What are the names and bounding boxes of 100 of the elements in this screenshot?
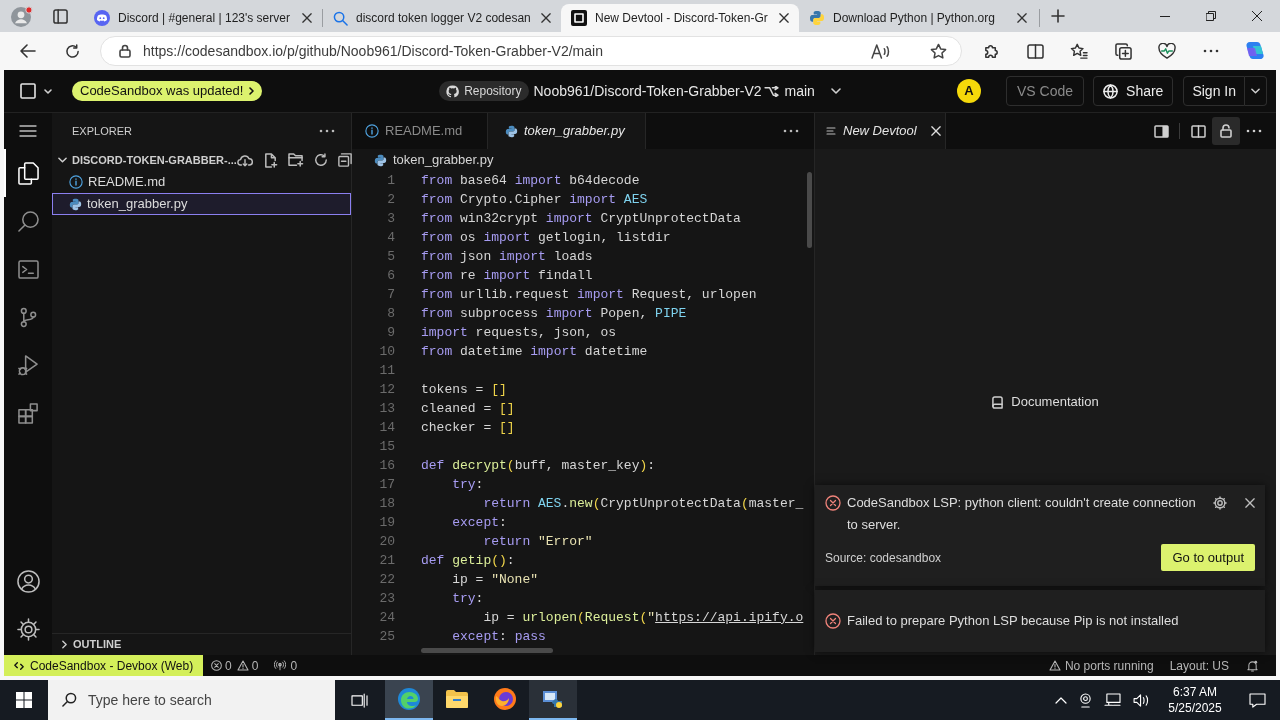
more-icon[interactable]: [319, 129, 335, 133]
repository-name[interactable]: Noob961/Discord-Token-Grabber-V2: [533, 80, 762, 102]
sign-in-menu-button[interactable]: [1245, 76, 1267, 106]
network-icon[interactable]: [1104, 692, 1121, 708]
line-number: 5: [386, 247, 395, 266]
avatar[interactable]: A: [957, 79, 981, 103]
profile-icon[interactable]: [11, 5, 33, 27]
refresh-icon[interactable]: [64, 43, 80, 59]
document-icon: [992, 395, 1004, 409]
favorites-icon[interactable]: [1070, 43, 1088, 59]
breadcrumb[interactable]: token_grabber.py: [393, 150, 494, 170]
collapse-all-icon[interactable]: [337, 153, 352, 167]
square-menu-icon[interactable]: [20, 83, 36, 99]
task-view-icon[interactable]: [350, 692, 368, 708]
browser-tab[interactable]: Discord | #general | 123's server: [84, 4, 322, 32]
taskbar-search-field[interactable]: Type here to search: [48, 680, 335, 720]
folder-name[interactable]: DISCORD-TOKEN-GRABBER-...: [72, 151, 237, 169]
close-icon[interactable]: [1017, 13, 1027, 23]
line-number: 9: [386, 323, 395, 342]
branch-name[interactable]: main: [784, 80, 815, 102]
new-folder-icon[interactable]: [287, 153, 304, 167]
ports-status[interactable]: No ports running: [1048, 656, 1154, 675]
split-screen-icon[interactable]: [1026, 43, 1044, 59]
heart-pulse-icon[interactable]: [1158, 43, 1176, 59]
restore-icon[interactable]: [1206, 11, 1216, 21]
webcam-icon[interactable]: [1079, 692, 1092, 708]
more-icon[interactable]: [783, 129, 799, 133]
code-line: return AES.new(CryptUnprotectData(master_: [483, 494, 804, 513]
browser-tab[interactable]: New Devtool - Discord-Token-Gr: [561, 4, 799, 32]
browser-tab[interactable]: Download Python | Python.org: [799, 4, 1037, 32]
lock-icon[interactable]: [119, 44, 131, 58]
close-icon[interactable]: [779, 13, 789, 23]
keyboard-layout[interactable]: Layout: US: [1169, 656, 1229, 675]
chevron-up-icon[interactable]: [1055, 696, 1067, 704]
sign-in-button[interactable]: Sign In: [1183, 76, 1245, 106]
close-icon[interactable]: [541, 13, 551, 23]
line-number: 4: [386, 228, 395, 247]
windows-logo-icon[interactable]: [16, 692, 32, 708]
file-item[interactable]: token_grabber.py: [52, 193, 351, 215]
close-icon[interactable]: [1245, 498, 1255, 508]
new-tab-icon[interactable]: [1051, 9, 1065, 23]
puzzle-icon[interactable]: [982, 42, 1000, 60]
line-number: 8: [386, 304, 395, 323]
volume-icon[interactable]: [1133, 693, 1150, 707]
repository-badge[interactable]: Repository: [439, 81, 529, 101]
scrollbar-thumb[interactable]: [421, 648, 553, 653]
browser-tab[interactable]: discord token logger V2 codesan: [323, 4, 561, 32]
read-aloud-icon[interactable]: [871, 43, 890, 59]
github-icon: [446, 84, 460, 98]
devtool-tab[interactable]: New Devtool: [815, 113, 946, 149]
remote-indicator[interactable]: CodeSandbox - Devbox (Web): [4, 655, 203, 676]
collections-icon[interactable]: [1114, 42, 1132, 60]
toggle-panel-icon[interactable]: [1153, 124, 1169, 138]
notification-icon[interactable]: [1248, 692, 1266, 708]
chevron-down-icon[interactable]: [58, 157, 67, 163]
go-to-output-button[interactable]: Go to output: [1161, 544, 1255, 571]
tab-actions-icon[interactable]: [52, 8, 68, 24]
file-item[interactable]: README.md: [52, 171, 351, 193]
code-line: from datetime import datetime: [421, 342, 648, 361]
clock-date[interactable]: 5/25/2025: [1168, 700, 1222, 716]
more-icon[interactable]: [1203, 49, 1219, 53]
close-icon[interactable]: [302, 13, 312, 23]
minimize-icon[interactable]: [1160, 15, 1170, 17]
documentation-link[interactable]: Documentation: [992, 392, 1099, 412]
copilot-icon[interactable]: [1244, 40, 1266, 62]
chevron-down-icon[interactable]: [44, 88, 52, 94]
error-icon: [825, 495, 841, 511]
favorite-star-icon[interactable]: [930, 42, 947, 60]
cloud-icon[interactable]: [236, 153, 253, 167]
python-file-icon: [69, 197, 82, 211]
editor-tab[interactable]: token_grabber.py: [488, 113, 646, 149]
share-button[interactable]: Share: [1093, 76, 1174, 106]
new-file-icon[interactable]: [262, 152, 278, 168]
account-icon[interactable]: [16, 569, 40, 593]
code-line: except:: [452, 513, 507, 532]
chevron-right-icon[interactable]: [62, 640, 67, 649]
settings-icon[interactable]: [16, 617, 40, 641]
ports-indicator[interactable]: 0: [274, 656, 298, 675]
settings-icon[interactable]: [1213, 496, 1227, 510]
line-number: 12: [378, 380, 395, 399]
back-icon[interactable]: [20, 44, 36, 58]
line-number: 6: [386, 266, 395, 285]
code-line: from subprocess import Popen, PIPE: [421, 304, 687, 323]
close-icon[interactable]: [1252, 11, 1262, 21]
address-bar[interactable]: https://codesandbox.io/p/github/Noob961/Discord-Token-Grabber-V2/main: [100, 36, 962, 66]
lock-button[interactable]: [1212, 117, 1240, 145]
scrollbar-thumb[interactable]: [807, 172, 812, 248]
update-notice[interactable]: CodeSandbox was updated!: [72, 81, 263, 101]
refresh-icon[interactable]: [313, 153, 328, 167]
code-line: from urllib.request import Request, urlopen: [421, 285, 757, 304]
code-link[interactable]: https://api.ipify.o: [655, 609, 804, 625]
taskbar-app[interactable]: [529, 680, 577, 720]
problems-indicator[interactable]: 0 0: [211, 656, 259, 675]
outline-section[interactable]: OUTLINE: [73, 636, 122, 653]
split-editor-icon[interactable]: [1190, 124, 1206, 138]
menu-icon[interactable]: [19, 125, 37, 137]
clock-time[interactable]: 6:37 AM: [1173, 684, 1217, 700]
more-icon[interactable]: [1246, 129, 1262, 133]
bell-icon[interactable]: [1247, 659, 1258, 672]
chevron-down-icon[interactable]: [830, 88, 841, 94]
